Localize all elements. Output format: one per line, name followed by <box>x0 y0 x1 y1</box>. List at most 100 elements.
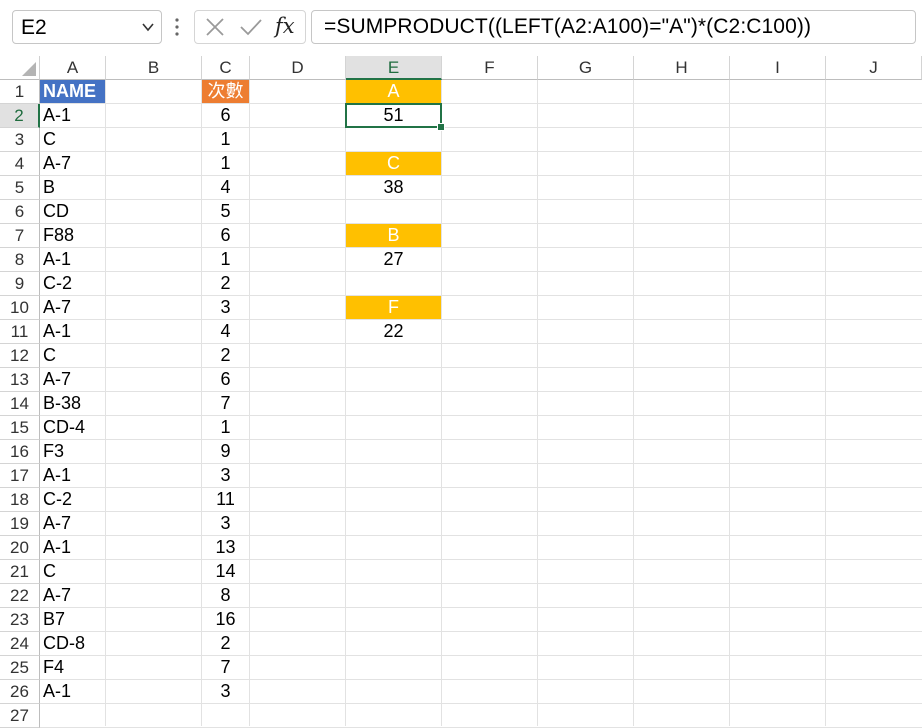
name-cell[interactable]: C <box>40 560 105 583</box>
column-header-g[interactable]: G <box>538 56 634 80</box>
row-header-14[interactable]: 14 <box>0 392 40 416</box>
row-header-11[interactable]: 11 <box>0 320 40 344</box>
count-cell[interactable]: 3 <box>202 680 249 703</box>
row-header-7[interactable]: 7 <box>0 224 40 248</box>
count-cell[interactable]: 16 <box>202 608 249 631</box>
name-cell[interactable]: B <box>40 176 105 199</box>
count-cell[interactable]: 6 <box>202 104 249 127</box>
row-header-5[interactable]: 5 <box>0 176 40 200</box>
name-cell[interactable]: B7 <box>40 608 105 631</box>
count-cell[interactable]: 7 <box>202 656 249 679</box>
summary-label-cell[interactable]: A <box>346 80 441 103</box>
name-cell[interactable]: C-2 <box>40 488 105 511</box>
column-header-j[interactable]: J <box>826 56 922 80</box>
count-cell[interactable]: 3 <box>202 296 249 319</box>
count-cell[interactable]: 6 <box>202 224 249 247</box>
count-cell[interactable]: 4 <box>202 176 249 199</box>
name-cell[interactable]: A-1 <box>40 320 105 343</box>
cancel-button[interactable] <box>197 11 233 43</box>
name-cell[interactable]: B-38 <box>40 392 105 415</box>
count-column-header[interactable]: 次數 <box>202 80 249 103</box>
formula-input[interactable]: =SUMPRODUCT((LEFT(A2:A100)="A")*(C2:C100… <box>311 10 916 44</box>
row-header-22[interactable]: 22 <box>0 584 40 608</box>
row-header-17[interactable]: 17 <box>0 464 40 488</box>
column-header-a[interactable]: A <box>40 56 106 80</box>
name-cell[interactable]: A-7 <box>40 368 105 391</box>
row-header-9[interactable]: 9 <box>0 272 40 296</box>
row-header-21[interactable]: 21 <box>0 560 40 584</box>
spreadsheet-grid[interactable]: ABCDEFGHIJ 1 2 3 4 5 6 7 8 9 10 11 12 13 14 15 16 17 18 19… <box>0 56 922 728</box>
count-cell[interactable]: 4 <box>202 320 249 343</box>
row-header-6[interactable]: 6 <box>0 200 40 224</box>
name-cell[interactable]: CD-4 <box>40 416 105 439</box>
count-cell[interactable]: 9 <box>202 440 249 463</box>
row-header-23[interactable]: 23 <box>0 608 40 632</box>
row-header-1[interactable]: 1 <box>0 80 40 104</box>
name-box[interactable]: E2 <box>12 10 162 44</box>
row-header-19[interactable]: 19 <box>0 512 40 536</box>
row-header-10[interactable]: 10 <box>0 296 40 320</box>
name-cell[interactable]: F4 <box>40 656 105 679</box>
fill-handle[interactable] <box>437 123 445 131</box>
count-cell[interactable]: 5 <box>202 200 249 223</box>
count-cell[interactable]: 3 <box>202 464 249 487</box>
count-cell[interactable]: 14 <box>202 560 249 583</box>
summary-label-cell[interactable]: C <box>346 152 441 175</box>
name-cell[interactable]: CD <box>40 200 105 223</box>
summary-label-cell[interactable]: B <box>346 224 441 247</box>
name-cell[interactable]: F88 <box>40 224 105 247</box>
row-header-4[interactable]: 4 <box>0 152 40 176</box>
count-cell[interactable]: 11 <box>202 488 249 511</box>
column-header-i[interactable]: I <box>730 56 826 80</box>
name-cell[interactable]: C <box>40 344 105 367</box>
column-header-h[interactable]: H <box>634 56 730 80</box>
name-cell[interactable]: F3 <box>40 440 105 463</box>
name-cell[interactable]: A-1 <box>40 248 105 271</box>
summary-value-cell[interactable]: 27 <box>346 248 441 271</box>
name-cell[interactable]: A-1 <box>40 536 105 559</box>
summary-value-cell[interactable]: 22 <box>346 320 441 343</box>
row-header-20[interactable]: 20 <box>0 536 40 560</box>
count-cell[interactable]: 7 <box>202 392 249 415</box>
name-cell[interactable]: A-7 <box>40 152 105 175</box>
count-cell[interactable]: 1 <box>202 128 249 151</box>
column-header-f[interactable]: F <box>442 56 538 80</box>
count-cell[interactable]: 2 <box>202 272 249 295</box>
row-header-25[interactable]: 25 <box>0 656 40 680</box>
select-all-button[interactable] <box>0 56 40 80</box>
row-header-2[interactable]: 2 <box>0 104 40 128</box>
column-header-b[interactable]: B <box>106 56 202 80</box>
row-header-12[interactable]: 12 <box>0 344 40 368</box>
name-column-header[interactable]: NAME <box>40 80 105 103</box>
count-cell[interactable]: 1 <box>202 152 249 175</box>
row-header-24[interactable]: 24 <box>0 632 40 656</box>
row-header-3[interactable]: 3 <box>0 128 40 152</box>
name-cell[interactable]: A-1 <box>40 104 105 127</box>
summary-value-cell[interactable]: 38 <box>346 176 441 199</box>
enter-button[interactable] <box>233 11 269 43</box>
name-cell[interactable]: C <box>40 128 105 151</box>
name-cell[interactable]: A-1 <box>40 464 105 487</box>
count-cell[interactable]: 2 <box>202 632 249 655</box>
count-cell[interactable]: 8 <box>202 584 249 607</box>
count-cell[interactable]: 2 <box>202 344 249 367</box>
row-header-13[interactable]: 13 <box>0 368 40 392</box>
insert-function-button[interactable]: fx <box>269 11 305 43</box>
row-header-16[interactable]: 16 <box>0 440 40 464</box>
name-cell[interactable]: A-7 <box>40 512 105 535</box>
count-cell[interactable]: 6 <box>202 368 249 391</box>
name-cell[interactable]: A-7 <box>40 584 105 607</box>
count-cell[interactable]: 1 <box>202 248 249 271</box>
column-header-d[interactable]: D <box>250 56 346 80</box>
count-cell[interactable]: 3 <box>202 512 249 535</box>
row-header-15[interactable]: 15 <box>0 416 40 440</box>
chevron-down-icon[interactable] <box>141 20 155 34</box>
row-header-27[interactable]: 27 <box>0 704 40 728</box>
name-cell[interactable]: A-7 <box>40 296 105 319</box>
name-cell[interactable]: CD-8 <box>40 632 105 655</box>
count-cell[interactable]: 1 <box>202 416 249 439</box>
more-options-icon[interactable] <box>174 14 180 40</box>
name-cell[interactable]: A-1 <box>40 680 105 703</box>
summary-value-cell[interactable]: 51 <box>346 104 441 127</box>
row-header-18[interactable]: 18 <box>0 488 40 512</box>
